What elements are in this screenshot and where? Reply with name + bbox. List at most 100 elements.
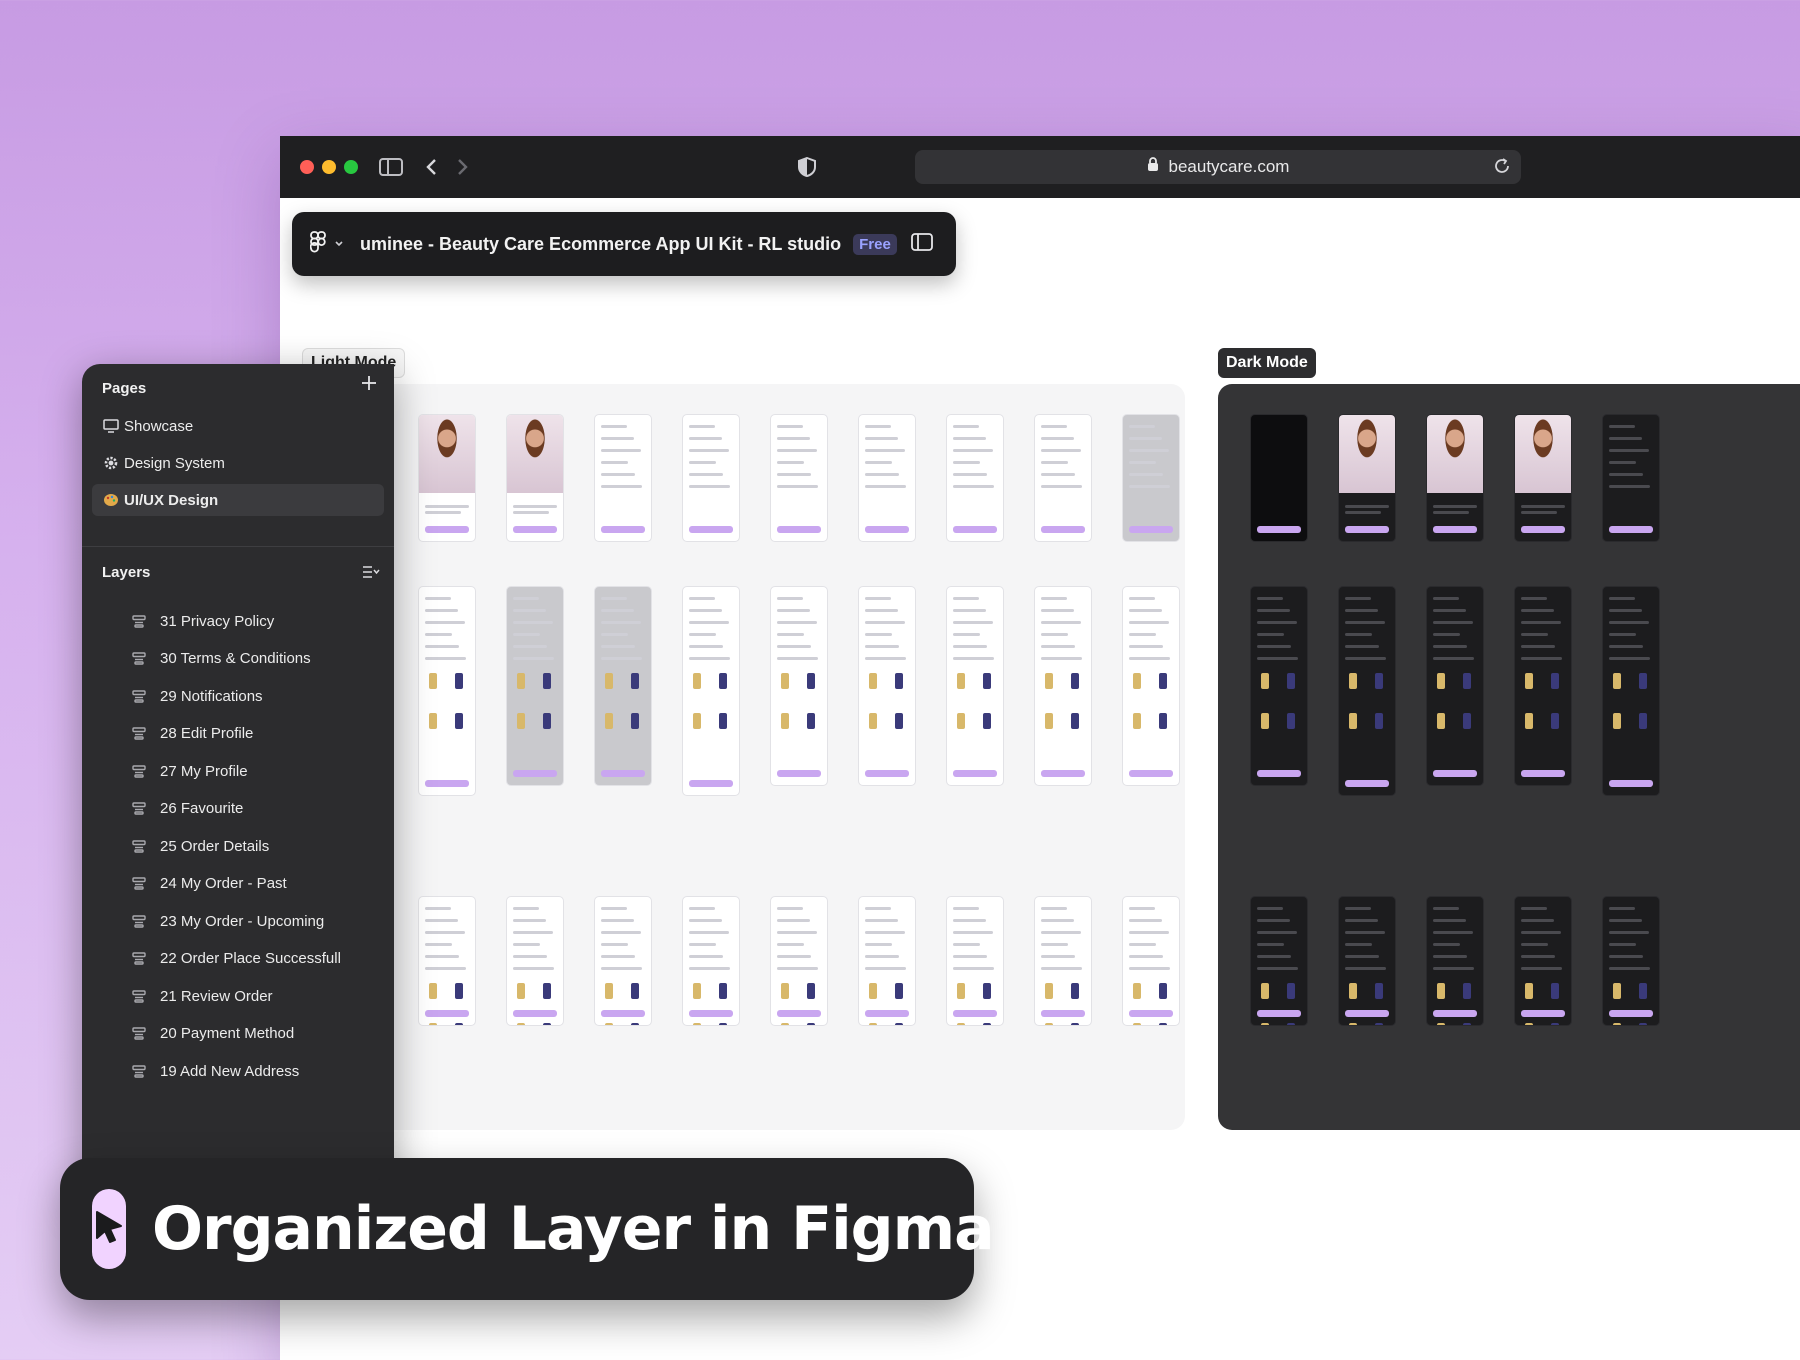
app-screen-thumbnail[interactable] xyxy=(770,586,828,786)
frame-layer-icon xyxy=(132,989,146,1003)
layer-item[interactable]: 20 Payment Method xyxy=(132,1019,294,1049)
app-screen-thumbnail[interactable] xyxy=(1034,896,1092,1026)
page-item-showcase[interactable]: Showcase xyxy=(92,410,384,442)
page-item-label: UI/UX Design xyxy=(124,491,219,509)
page-item-ui-ux-design[interactable]: UI/UX Design xyxy=(92,484,384,516)
app-screen-thumbnail[interactable] xyxy=(1250,896,1308,1026)
app-screen-thumbnail[interactable] xyxy=(506,586,564,786)
reload-icon[interactable] xyxy=(1493,157,1511,180)
layer-item[interactable]: 26 Favourite xyxy=(132,794,243,824)
app-screen-thumbnail[interactable] xyxy=(1034,414,1092,542)
app-screen-thumbnail[interactable] xyxy=(506,896,564,1026)
app-screen-thumbnail[interactable] xyxy=(1426,586,1484,786)
app-screen-thumbnail[interactable] xyxy=(858,414,916,542)
light-mode-frame[interactable] xyxy=(300,384,1185,1130)
figma-logo-icon[interactable] xyxy=(309,230,326,258)
app-screen-thumbnail[interactable] xyxy=(1602,896,1660,1026)
app-screen-thumbnail[interactable] xyxy=(1602,414,1660,542)
app-screen-thumbnail[interactable] xyxy=(418,414,476,542)
app-screen-thumbnail[interactable] xyxy=(1338,414,1396,542)
app-screen-thumbnail[interactable] xyxy=(1122,896,1180,1026)
forward-arrow-icon[interactable] xyxy=(448,152,478,182)
app-screen-thumbnail[interactable] xyxy=(770,896,828,1026)
figma-file-bar: uminee - Beauty Care Ecommerce App UI Ki… xyxy=(292,212,956,276)
dark-mode-label[interactable]: Dark Mode xyxy=(1218,348,1316,378)
frame-layer-icon xyxy=(132,952,146,965)
layer-item[interactable]: 23 My Order - Upcoming xyxy=(132,906,324,936)
layer-item-label: 29 Notifications xyxy=(160,687,263,705)
maximize-window-button[interactable] xyxy=(344,160,358,174)
app-screen-thumbnail[interactable] xyxy=(418,896,476,1026)
app-screen-thumbnail[interactable] xyxy=(682,896,740,1026)
layer-item[interactable]: 21 Review Order xyxy=(132,981,273,1011)
app-screen-thumbnail[interactable] xyxy=(1338,586,1396,796)
layer-item[interactable]: 30 Terms & Conditions xyxy=(132,644,311,674)
layer-item[interactable]: 29 Notifications xyxy=(132,681,263,711)
sidebar-toggle-icon[interactable] xyxy=(376,152,406,182)
app-screen-thumbnail[interactable] xyxy=(418,586,476,796)
app-screen-thumbnail[interactable] xyxy=(1250,586,1308,786)
layer-item-label: 31 Privacy Policy xyxy=(160,612,275,630)
layer-item-label: 25 Order Details xyxy=(160,837,270,855)
app-screen-thumbnail[interactable] xyxy=(1514,414,1572,542)
layer-item-label: 19 Add New Address xyxy=(160,1062,300,1080)
layer-item[interactable]: 28 Edit Profile xyxy=(132,719,253,749)
plan-badge: Free xyxy=(853,233,897,255)
app-screen-thumbnail[interactable] xyxy=(1426,414,1484,542)
file-title[interactable]: uminee - Beauty Care Ecommerce App UI Ki… xyxy=(360,234,841,255)
layer-item[interactable]: 19 Add New Address xyxy=(132,1056,299,1086)
close-window-button[interactable] xyxy=(300,160,314,174)
pages-layers-panel: Pages Showcase Design System UI/UX Desig… xyxy=(82,364,394,1200)
layer-item[interactable]: 31 Privacy Policy xyxy=(132,606,274,636)
layer-item-label: 23 My Order - Upcoming xyxy=(160,912,325,930)
page-item-label: Showcase xyxy=(124,417,194,435)
app-screen-thumbnail[interactable] xyxy=(1514,896,1572,1026)
layer-item[interactable]: 22 Order Place Successfull xyxy=(132,944,341,974)
app-screen-thumbnail[interactable] xyxy=(1122,414,1180,542)
app-screen-thumbnail[interactable] xyxy=(682,414,740,542)
app-screen-thumbnail[interactable] xyxy=(1250,414,1308,542)
app-screen-thumbnail[interactable] xyxy=(946,586,1004,786)
layer-item-label: 27 My Profile xyxy=(160,762,248,780)
app-screen-thumbnail[interactable] xyxy=(594,896,652,1026)
back-arrow-icon[interactable] xyxy=(416,152,446,182)
app-screen-thumbnail[interactable] xyxy=(946,414,1004,542)
app-screen-thumbnail[interactable] xyxy=(1514,586,1572,786)
app-screen-thumbnail[interactable] xyxy=(1602,586,1660,796)
layer-item[interactable]: 25 Order Details xyxy=(132,831,269,861)
chevron-down-icon[interactable] xyxy=(334,236,344,254)
frame-layer-icon xyxy=(132,802,146,815)
app-screen-thumbnail[interactable] xyxy=(946,896,1004,1026)
layer-item-label: 24 My Order - Past xyxy=(160,875,287,892)
app-screen-thumbnail[interactable] xyxy=(858,586,916,786)
url-bar[interactable]: beautycare.com xyxy=(915,150,1521,184)
layer-item[interactable]: 24 My Order - Past xyxy=(132,869,287,899)
cursor-badge xyxy=(92,1189,126,1269)
app-screen-thumbnail[interactable] xyxy=(770,414,828,542)
app-screen-thumbnail[interactable] xyxy=(858,896,916,1026)
dark-mode-frame[interactable] xyxy=(1218,384,1800,1130)
page-item-label: Design System xyxy=(124,454,225,472)
add-page-icon[interactable] xyxy=(360,374,378,397)
layers-options-icon[interactable] xyxy=(362,564,380,585)
app-screen-thumbnail[interactable] xyxy=(1338,896,1396,1026)
layer-item-label: 22 Order Place Successfull xyxy=(160,950,341,967)
app-screen-thumbnail[interactable] xyxy=(1426,896,1484,1026)
panel-divider xyxy=(82,546,394,547)
app-screen-thumbnail[interactable] xyxy=(682,586,740,796)
page-item-design-system[interactable]: Design System xyxy=(92,447,384,479)
privacy-shield-icon[interactable] xyxy=(792,152,822,182)
cursor-arrow-icon xyxy=(92,1209,126,1250)
layer-item-label: 30 Terms & Conditions xyxy=(160,650,311,667)
app-screen-thumbnail[interactable] xyxy=(1122,586,1180,786)
app-screen-thumbnail[interactable] xyxy=(1034,586,1092,786)
panel-layout-icon[interactable] xyxy=(910,232,933,256)
app-screen-thumbnail[interactable] xyxy=(594,414,652,542)
app-screen-thumbnail[interactable] xyxy=(506,414,564,542)
layer-item[interactable]: 27 My Profile xyxy=(132,756,248,786)
pages-heading: Pages xyxy=(102,380,147,397)
app-screen-thumbnail[interactable] xyxy=(594,586,652,786)
minimize-window-button[interactable] xyxy=(322,160,336,174)
layer-item-label: 26 Favourite xyxy=(160,800,244,817)
caption-text: Organized Layer in Figma xyxy=(152,1194,995,1264)
